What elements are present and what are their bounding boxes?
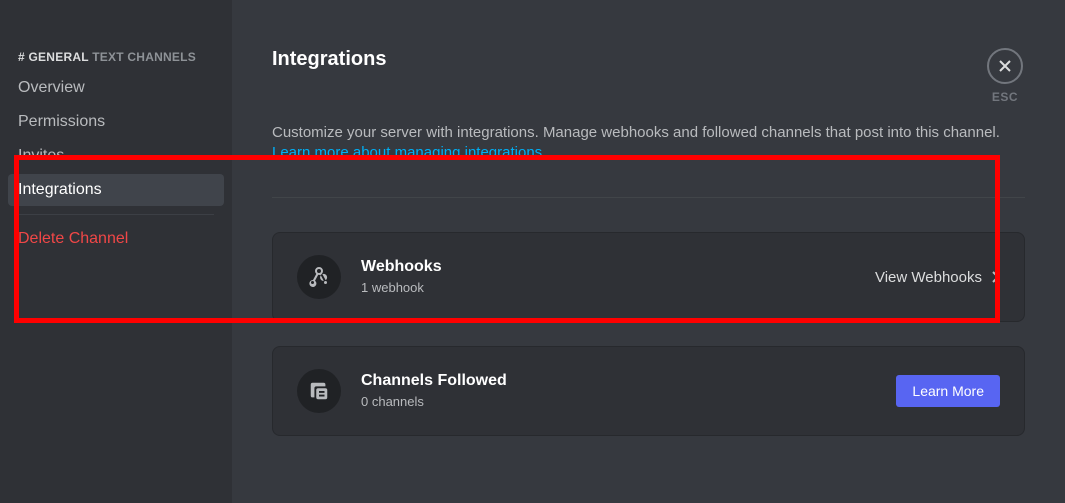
sidebar-item-overview[interactable]: Overview xyxy=(8,72,224,104)
channel-suffix: TEXT CHANNELS xyxy=(89,50,196,64)
page-title: Integrations xyxy=(272,48,1025,71)
channels-followed-card: Channels Followed 0 channels Learn More xyxy=(272,346,1025,436)
view-webhooks-button[interactable]: View Webhooks xyxy=(875,269,1000,286)
sidebar-item-label: Invites xyxy=(18,147,64,164)
content-divider xyxy=(272,197,1025,198)
sidebar-item-label: Delete Channel xyxy=(18,230,128,247)
channels-followed-title: Channels Followed xyxy=(361,371,896,391)
channels-followed-icon xyxy=(297,369,341,413)
page-description-block: Customize your server with integrations.… xyxy=(272,123,1025,163)
webhooks-subtitle: 1 webhook xyxy=(361,279,875,297)
close-button[interactable]: ESC xyxy=(987,48,1023,104)
learn-more-link[interactable]: Learn more about managing integrations. xyxy=(272,144,546,161)
chevron-right-icon xyxy=(992,271,1000,283)
sidebar-divider xyxy=(18,214,214,215)
sidebar-item-label: Permissions xyxy=(18,113,105,130)
sidebar-item-integrations[interactable]: Integrations xyxy=(8,174,224,206)
close-icon xyxy=(987,48,1023,84)
webhook-icon xyxy=(297,255,341,299)
page-description: Customize your server with integrations.… xyxy=(272,124,1000,141)
channels-followed-card-body: Channels Followed 0 channels xyxy=(361,371,896,411)
channels-followed-subtitle: 0 channels xyxy=(361,393,896,411)
learn-more-button[interactable]: Learn More xyxy=(896,375,1000,407)
channels-followed-icon-svg xyxy=(308,380,330,402)
channel-prefix: # GENERAL xyxy=(18,50,89,64)
sidebar: # GENERAL TEXT CHANNELS Overview Permiss… xyxy=(0,0,232,503)
webhook-icon-svg xyxy=(307,265,331,289)
sidebar-item-invites[interactable]: Invites xyxy=(8,140,224,172)
close-label: ESC xyxy=(987,90,1023,104)
content-area: Integrations Customize your server with … xyxy=(232,0,1065,503)
sidebar-item-delete-channel[interactable]: Delete Channel xyxy=(8,223,224,255)
sidebar-item-permissions[interactable]: Permissions xyxy=(8,106,224,138)
view-webhooks-label: View Webhooks xyxy=(875,269,982,286)
sidebar-item-label: Integrations xyxy=(18,181,102,198)
channel-heading: # GENERAL TEXT CHANNELS xyxy=(8,44,224,70)
webhooks-card-body: Webhooks 1 webhook xyxy=(361,257,875,297)
webhooks-card[interactable]: Webhooks 1 webhook View Webhooks xyxy=(272,232,1025,322)
webhooks-title: Webhooks xyxy=(361,257,875,277)
sidebar-item-label: Overview xyxy=(18,79,85,96)
